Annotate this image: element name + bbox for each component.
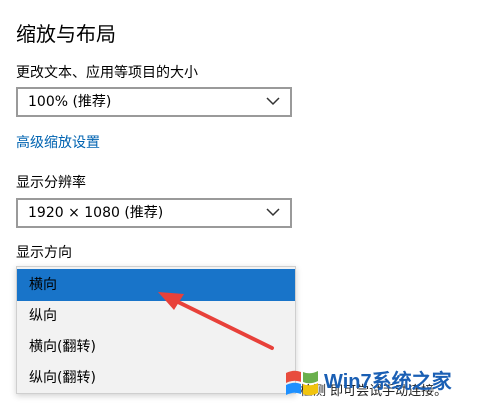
red-arrow-annotation [158, 292, 274, 350]
section-title: 缩放与布局 [16, 22, 116, 46]
watermark-brand: Win7系统之家 [324, 371, 452, 393]
chevron-down-icon [266, 97, 280, 106]
scale-select-value: 100% (推荐) [28, 94, 112, 110]
watermark: Win7系统之家 [280, 363, 486, 403]
windows-logo-icon [286, 370, 318, 396]
resolution-select[interactable]: 1920 × 1080 (推荐) [16, 198, 292, 228]
orientation-label: 显示方向 [16, 245, 72, 261]
resolution-select-value: 1920 × 1080 (推荐) [28, 205, 164, 221]
orientation-option-portrait-flipped[interactable]: 纵向(翻转) [17, 362, 295, 394]
advanced-scaling-link[interactable]: 高级缩放设置 [16, 132, 100, 152]
scale-label: 更改文本、应用等项目的大小 [16, 65, 198, 81]
scale-select[interactable]: 100% (推荐) [16, 87, 292, 117]
resolution-label: 显示分辨率 [16, 175, 86, 191]
chevron-down-icon [266, 208, 280, 217]
